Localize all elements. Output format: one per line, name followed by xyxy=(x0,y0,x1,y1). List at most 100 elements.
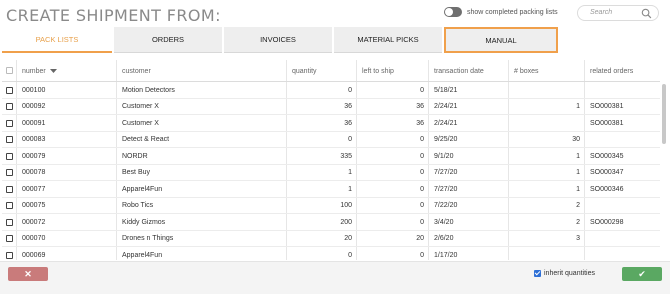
packing-list-table: number customer quantity left to ship tr… xyxy=(2,60,660,260)
cancel-button[interactable]: ✕ xyxy=(8,267,48,281)
cell-quantity: 36 xyxy=(344,119,352,127)
cell-transaction-date: 2/24/21 xyxy=(434,119,458,127)
column-header-label: number xyxy=(22,67,46,75)
tab-invoices[interactable]: INVOICES xyxy=(224,27,332,53)
table-scrollbar[interactable] xyxy=(662,84,666,144)
cell-quantity: 0 xyxy=(348,86,352,94)
cell-transaction-date: 7/27/20 xyxy=(434,185,458,193)
cell-left-to-ship: 0 xyxy=(420,202,424,209)
inherit-quantities-option[interactable]: inherit quantities xyxy=(534,270,595,277)
table-row[interactable]: 000091 Customer X 36 36 2/24/21 SO000381 xyxy=(2,115,660,132)
cell-customer: Detect & React xyxy=(122,136,170,143)
show-completed-toggle-group: show completed packing lists xyxy=(444,7,558,17)
cell-related-orders xyxy=(586,82,660,98)
cell-boxes: 1 xyxy=(576,152,580,160)
column-header-left-to-ship[interactable]: left to ship xyxy=(358,60,428,82)
cell-related-orders: SO000347 xyxy=(590,169,624,176)
cell-boxes: 3 xyxy=(576,235,580,242)
cell-quantity: 36 xyxy=(344,103,352,110)
cell-related-orders: SO000345 xyxy=(590,152,624,160)
tab-orders[interactable]: ORDERS xyxy=(114,27,222,53)
close-icon: ✕ xyxy=(24,268,32,279)
cell-customer: Best Buy xyxy=(122,169,151,176)
row-checkbox[interactable] xyxy=(6,235,13,242)
confirm-button[interactable]: ✔ xyxy=(622,267,662,281)
show-completed-toggle[interactable] xyxy=(444,7,462,17)
cell-number: 000069 xyxy=(22,251,46,259)
cell-quantity: 200 xyxy=(340,218,352,226)
column-header-number[interactable]: number xyxy=(18,60,116,82)
cell-number: 000091 xyxy=(22,119,46,127)
cell-left-to-ship: 36 xyxy=(416,103,424,110)
table-row[interactable]: 000078 Best Buy 1 0 7/27/20 1 SO000347 xyxy=(2,165,660,181)
cell-boxes: 1 xyxy=(576,185,580,193)
cell-number: 000078 xyxy=(22,169,46,176)
cell-quantity: 1 xyxy=(348,169,352,176)
check-icon: ✔ xyxy=(638,268,646,279)
column-header-related-orders[interactable]: related orders xyxy=(586,60,660,82)
table-row[interactable]: 000079 NORDR 335 0 9/1/20 1 SO000345 xyxy=(2,148,660,165)
cell-quantity: 0 xyxy=(348,251,352,259)
row-checkbox[interactable] xyxy=(6,185,13,193)
cell-number: 000075 xyxy=(22,202,46,209)
cell-number: 000077 xyxy=(22,185,46,193)
column-header-boxes[interactable]: # boxes xyxy=(510,60,584,82)
table-row[interactable]: 000075 Robo Tics 100 0 7/22/20 2 xyxy=(2,198,660,214)
cell-left-to-ship: 0 xyxy=(420,169,424,176)
cell-boxes: 2 xyxy=(576,218,580,226)
cell-boxes: 30 xyxy=(572,136,580,143)
column-header-transaction-date[interactable]: transaction date xyxy=(430,60,508,82)
row-checkbox[interactable] xyxy=(6,103,13,110)
inherit-quantities-label: inherit quantities xyxy=(544,270,595,277)
cell-related-orders: SO000381 xyxy=(590,103,624,110)
row-checkbox[interactable] xyxy=(6,202,13,209)
row-checkbox[interactable] xyxy=(6,251,13,259)
cell-quantity: 335 xyxy=(340,152,352,160)
row-checkbox[interactable] xyxy=(6,169,13,176)
tab-pack-lists[interactable]: PACK LISTS xyxy=(2,27,112,53)
tab-manual[interactable]: MANUAL xyxy=(444,27,558,53)
toggle-knob xyxy=(445,8,453,16)
table-row[interactable]: 000070 Drones n Things 20 20 2/6/20 3 xyxy=(2,231,660,247)
cell-quantity: 1 xyxy=(348,185,352,193)
page-title: CREATE SHIPMENT FROM: xyxy=(6,6,221,25)
cell-related-orders xyxy=(586,231,660,247)
cell-customer: Drones n Things xyxy=(122,235,174,242)
cell-number: 000100 xyxy=(22,86,46,94)
cell-customer: Apparel4Fun xyxy=(122,251,163,259)
cell-number: 000079 xyxy=(22,152,46,160)
row-checkbox[interactable] xyxy=(6,86,13,94)
table-row[interactable]: 000069 Apparel4Fun 0 0 1/17/20 xyxy=(2,247,660,260)
cell-customer: Customer X xyxy=(122,119,159,127)
column-header-quantity[interactable]: quantity xyxy=(288,60,356,82)
cell-transaction-date: 1/17/20 xyxy=(434,251,458,259)
table-row[interactable]: 000077 Apparel4Fun 1 0 7/27/20 1 SO000346 xyxy=(2,181,660,198)
cell-number: 000083 xyxy=(22,136,46,143)
cell-related-orders: SO000346 xyxy=(590,185,624,193)
table-row[interactable]: 000072 Kiddy Gizmos 200 0 3/4/20 2 SO000298 xyxy=(2,214,660,231)
select-all-checkbox[interactable] xyxy=(6,67,13,74)
tab-material-picks[interactable]: MATERIAL PICKS xyxy=(334,27,442,53)
cell-related-orders xyxy=(586,198,660,214)
cell-customer: Motion Detectors xyxy=(122,86,175,94)
cell-boxes: 1 xyxy=(576,169,580,176)
cell-left-to-ship: 0 xyxy=(420,152,424,160)
search-input[interactable]: Search xyxy=(577,5,659,21)
inherit-quantities-checkbox[interactable] xyxy=(534,270,541,277)
table-row[interactable]: 000100 Motion Detectors 0 0 5/18/21 xyxy=(2,82,660,99)
row-checkbox[interactable] xyxy=(6,218,13,226)
cell-left-to-ship: 0 xyxy=(420,86,424,94)
cell-related-orders xyxy=(586,132,660,148)
column-header-customer[interactable]: customer xyxy=(118,60,286,82)
table-row[interactable]: 000083 Detect & React 0 0 9/25/20 30 xyxy=(2,132,660,148)
cell-boxes xyxy=(510,247,584,260)
cell-customer: Customer X xyxy=(122,103,159,110)
cell-transaction-date: 7/27/20 xyxy=(434,169,458,176)
row-checkbox[interactable] xyxy=(6,136,13,143)
table-row[interactable]: 000092 Customer X 36 36 2/24/21 1 SO000381 xyxy=(2,99,660,115)
source-tabs: PACK LISTS ORDERS INVOICES MATERIAL PICK… xyxy=(2,27,668,53)
row-checkbox[interactable] xyxy=(6,152,13,160)
cell-transaction-date: 7/22/20 xyxy=(434,202,458,209)
row-checkbox[interactable] xyxy=(6,119,13,127)
cell-left-to-ship: 20 xyxy=(416,235,424,242)
